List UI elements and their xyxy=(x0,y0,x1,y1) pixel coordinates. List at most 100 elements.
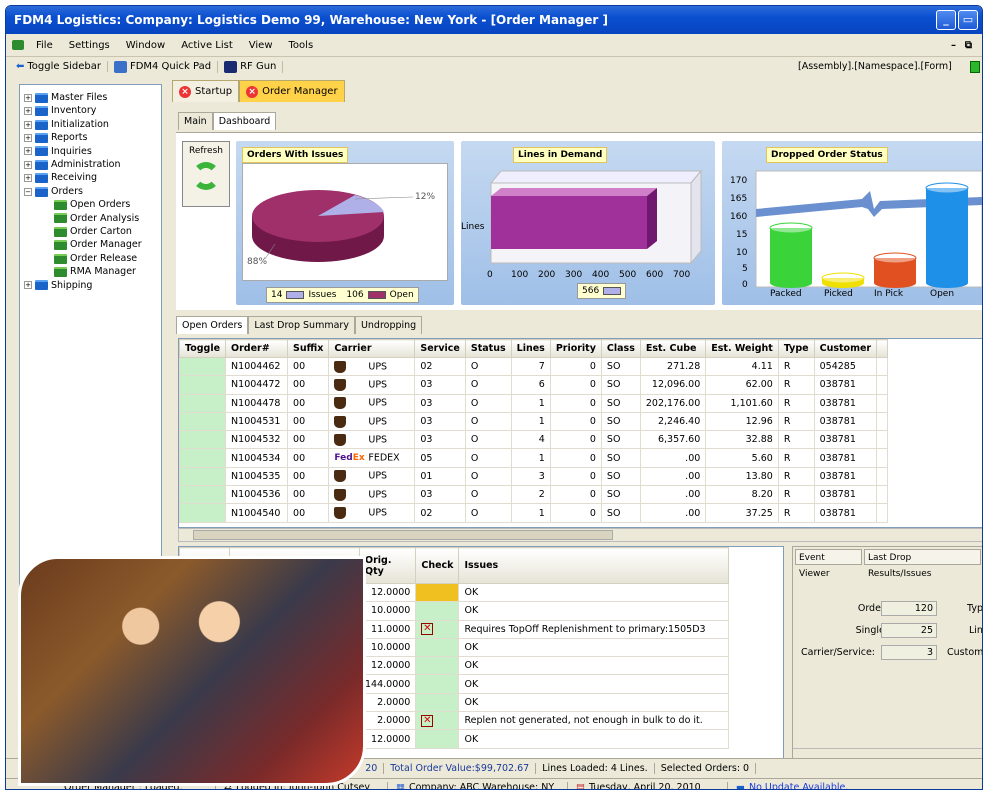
column-header[interactable]: Customer xyxy=(813,339,878,358)
rf-gun-button[interactable]: RF Gun xyxy=(218,60,284,73)
tab-last-drop-results[interactable]: Last Drop Results/Issues xyxy=(863,549,981,579)
column-header[interactable]: Check xyxy=(415,547,460,584)
table-row[interactable]: N1004535 00 UPS 01 O 3 0 SO .00 13.80 R 038781 xyxy=(179,466,889,487)
table-row[interactable]: N1004472 00 UPS 03 O 6 0 SO 12,096.00 62.00 R 03878… xyxy=(179,375,889,395)
toggle-cell[interactable] xyxy=(179,393,227,413)
horizontal-scrollbar[interactable] xyxy=(178,528,982,542)
toggle-cell[interactable] xyxy=(179,485,227,505)
close-icon[interactable]: × xyxy=(179,85,191,98)
sidebar-item-order-carton[interactable]: Order Carton xyxy=(24,225,161,238)
column-header[interactable] xyxy=(876,339,889,358)
check-cell[interactable] xyxy=(415,637,460,658)
toggle-sidebar-button[interactable]: ⬅ Toggle Sidebar xyxy=(10,61,108,72)
toggle-cell[interactable] xyxy=(179,356,227,377)
sidebar-item-orders[interactable]: − Orders xyxy=(24,185,161,198)
refresh-button[interactable]: Refresh xyxy=(182,141,230,207)
sidebar-item-rma-manager[interactable]: RMA Manager xyxy=(24,265,161,278)
check-cell[interactable] xyxy=(415,692,460,713)
status-update[interactable]: ▬ No Update Available. xyxy=(728,782,856,789)
column-header[interactable]: Orig. Qty xyxy=(358,547,417,584)
toggle-cell[interactable] xyxy=(179,503,227,523)
column-header[interactable]: Est. Weight xyxy=(705,339,779,358)
menu-settings[interactable]: Settings xyxy=(61,40,118,51)
column-header[interactable]: Toggle xyxy=(179,339,227,358)
toggle-cell[interactable] xyxy=(179,466,227,487)
table-row[interactable]: N1004532 00 UPS 03 O 4 0 SO 6,357.60 32.88 R 038781 xyxy=(179,430,889,450)
sidebar-item-open-orders[interactable]: Open Orders xyxy=(24,198,161,211)
expand-icon[interactable]: + xyxy=(24,93,32,102)
toggle-cell[interactable] xyxy=(179,411,227,432)
check-cell[interactable]: ✕ xyxy=(415,619,460,639)
sidebar-item-receiving[interactable]: + Receiving xyxy=(24,171,161,184)
toggle-cell[interactable] xyxy=(179,375,227,395)
sidebar-item-order-analysis[interactable]: Order Analysis xyxy=(24,212,161,225)
sidebar-item-initialization[interactable]: + Initialization xyxy=(24,118,161,131)
tab-order-manager[interactable]: × Order Manager xyxy=(239,80,345,102)
tab-dashboard[interactable]: Dashboard xyxy=(212,112,277,130)
check-cell[interactable] xyxy=(415,582,460,603)
mdi-minimize-button[interactable]: – xyxy=(951,40,956,51)
menu-file[interactable]: File xyxy=(28,40,61,51)
check-cell[interactable] xyxy=(415,656,460,676)
check-cell[interactable]: ✕ xyxy=(415,711,460,731)
column-header[interactable]: Issues xyxy=(458,547,730,584)
status-update-link[interactable]: No Update Available. xyxy=(749,782,848,789)
check-cell[interactable] xyxy=(415,674,460,694)
column-header[interactable]: Suffix xyxy=(287,339,330,358)
collapse-icon[interactable]: − xyxy=(24,187,32,196)
expand-icon[interactable]: + xyxy=(24,281,32,290)
column-header[interactable]: Service xyxy=(414,339,466,358)
sidebar-item-order-manager[interactable]: Order Manager xyxy=(24,238,161,251)
restore-button[interactable]: ▭ xyxy=(958,10,978,30)
column-header[interactable]: Class xyxy=(600,339,641,358)
menu-view[interactable]: View xyxy=(241,40,281,51)
mdi-restore-button[interactable]: ⧉ xyxy=(965,40,972,51)
menu-tools[interactable]: Tools xyxy=(281,40,322,51)
sidebar-item-reports[interactable]: + Reports xyxy=(24,131,161,144)
check-cell[interactable] xyxy=(415,729,460,749)
column-header[interactable]: Type xyxy=(777,339,815,358)
expand-icon[interactable]: + xyxy=(24,107,32,116)
tab-startup-label: Startup xyxy=(195,86,233,97)
sidebar-item-administration[interactable]: + Administration xyxy=(24,158,161,171)
tab-last-drop-summary[interactable]: Last Drop Summary xyxy=(248,316,355,334)
column-header[interactable]: Order# xyxy=(225,339,289,358)
tab-event-viewer[interactable]: Event Viewer xyxy=(795,549,862,579)
quick-pad-button[interactable]: FDM4 Quick Pad xyxy=(108,60,219,73)
toggle-cell[interactable] xyxy=(179,430,227,450)
tab-main[interactable]: Main xyxy=(178,112,213,130)
tab-startup[interactable]: × Startup xyxy=(172,80,240,102)
column-header[interactable]: Carrier xyxy=(328,339,416,358)
table-row[interactable]: N1004540 00 UPS 02 O 1 0 SO .00 37.25 R 038781 xyxy=(179,503,889,523)
expand-icon[interactable]: + xyxy=(24,160,32,169)
expand-icon[interactable]: + xyxy=(24,133,32,142)
sidebar-item-master-files[interactable]: + Master Files xyxy=(24,91,161,104)
tab-undropping[interactable]: Undropping xyxy=(354,316,423,334)
column-header[interactable]: Lines xyxy=(510,339,551,358)
menu-window[interactable]: Window xyxy=(118,40,173,51)
table-row[interactable]: N1004531 00 UPS 03 O 1 0 SO 2,246.40 12.96 R 038781 xyxy=(179,411,889,432)
table-row[interactable]: N1004478 00 UPS 03 O 1 0 SO 202,176.00 1,101.60 R 0… xyxy=(179,393,889,413)
column-header[interactable]: Priority xyxy=(549,339,602,358)
menu-active-list[interactable]: Active List xyxy=(173,40,241,51)
sidebar-item-inquiries[interactable]: + Inquiries xyxy=(24,145,161,158)
cell-value: 054285 xyxy=(819,361,856,373)
expand-icon[interactable]: + xyxy=(24,174,32,183)
expand-icon[interactable]: + xyxy=(24,147,32,156)
column-header[interactable]: Est. Cube xyxy=(639,339,707,358)
check-cell[interactable] xyxy=(415,601,460,621)
sidebar-item-order-release[interactable]: Order Release xyxy=(24,252,161,265)
minimize-button[interactable]: _ xyxy=(936,10,956,30)
table-row[interactable]: N1004462 00 UPS 02 O 7 0 SO 271.28 4.11 R 054285 xyxy=(179,356,889,377)
scroll-thumb[interactable] xyxy=(193,530,613,540)
sidebar-item-inventory[interactable]: + Inventory xyxy=(24,104,161,117)
sidebar-item-shipping[interactable]: + Shipping xyxy=(24,279,161,292)
close-icon[interactable]: × xyxy=(246,85,259,98)
table-cell: O xyxy=(464,485,512,505)
tab-open-orders[interactable]: Open Orders xyxy=(176,316,249,334)
expand-icon[interactable]: + xyxy=(24,120,32,129)
toggle-cell[interactable] xyxy=(179,448,227,468)
column-header[interactable]: Status xyxy=(464,339,512,358)
table-row[interactable]: N1004534 00 FedEx FEDEX 05 O 1 0 SO .00 5.60 R 03878… xyxy=(179,448,889,468)
table-row[interactable]: N1004536 00 UPS 03 O 2 0 SO .00 8.20 R 038781 xyxy=(179,485,889,505)
